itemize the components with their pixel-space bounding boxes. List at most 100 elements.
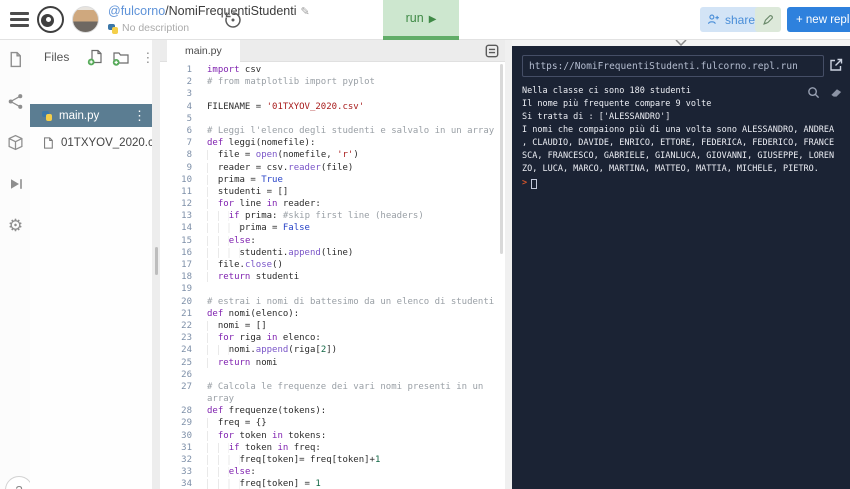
username-link[interactable]: @fulcorno — [108, 4, 165, 18]
prompt-chevron: > — [522, 178, 528, 188]
text-cursor — [531, 178, 538, 189]
code-row: array — [160, 393, 505, 405]
sidebar-item-files[interactable] — [6, 50, 25, 69]
code-row: 9 reader = csv.reader(file) — [160, 162, 505, 174]
code-text: prima = False — [207, 222, 310, 234]
code-row: 22 nomi = [] — [160, 320, 505, 332]
new-file-button[interactable] — [87, 49, 104, 66]
console-line: ZO, LUCA, MARCO, MARTINA, MATTEO, MATTIA… — [522, 164, 819, 174]
editor-tab-bar: main.py — [160, 40, 505, 62]
code-text: for token in tokens: — [207, 430, 326, 442]
code-rows[interactable]: 1 import csv 2 # from matplotlib import pyp… — [160, 64, 505, 489]
code-text: freq = {} — [207, 417, 267, 429]
code-row: 13 if prima: #skip first line (headers) — [160, 210, 505, 222]
code-text: return nomi — [207, 357, 277, 369]
editor-menu-icon[interactable] — [485, 44, 499, 58]
code-text: file = open(nomefile, 'r') — [207, 149, 359, 161]
avatar[interactable] — [72, 6, 99, 33]
line-number: 11 — [181, 186, 192, 197]
code-row: 33 else: — [160, 466, 505, 478]
code-row: 12 for line in reader: — [160, 198, 505, 210]
file-row-csv[interactable]: 01TXYOV_2020.csv — [30, 131, 152, 154]
add-folder-icon — [113, 51, 129, 66]
play-icon: ▶ — [428, 14, 437, 25]
search-icon[interactable] — [807, 86, 821, 100]
files-panel-title: Files — [44, 50, 70, 64]
line-number: 34 — [181, 479, 192, 489]
new-repl-button[interactable]: + new repl — [787, 7, 850, 32]
files-panel-header: Files ⋮ — [30, 46, 154, 68]
console-line: Il nome più frequente compare 9 volte — [522, 99, 712, 109]
replit-app: @fulcorno/NomiFrequentiStudenti ✎ No desc… — [0, 0, 850, 489]
run-button-label: run — [405, 11, 424, 25]
line-number: 18 — [181, 272, 192, 283]
code-text: FILENAME = '01TXYOV_2020.csv' — [207, 101, 365, 112]
line-number: 19 — [181, 284, 192, 295]
line-number: 31 — [181, 442, 192, 453]
python-file-icon — [42, 110, 52, 121]
code-text: studenti = [] — [207, 186, 288, 198]
rocket-icon — [763, 14, 773, 25]
code-row: 1 import csv — [160, 64, 505, 76]
code-row: 24 nomi.append(riga[2]) — [160, 344, 505, 356]
sidebar-item-packages[interactable] — [6, 133, 25, 152]
package-box-icon — [8, 134, 23, 151]
clear-console-eraser-icon[interactable] — [830, 86, 844, 100]
line-number: 20 — [181, 296, 192, 307]
chevron-down-icon[interactable] — [675, 39, 687, 46]
run-button[interactable]: run ▶ — [383, 0, 459, 40]
code-text: if prima: #skip first line (headers) — [207, 210, 424, 222]
edit-title-icon[interactable]: ✎ — [301, 6, 310, 18]
help-button[interactable]: ? — [5, 476, 33, 489]
line-number: 13 — [181, 211, 192, 222]
new-folder-button[interactable] — [112, 49, 129, 66]
file-name: main.py — [59, 109, 100, 122]
code-row: 25 return nomi — [160, 357, 505, 369]
repl-description-row: No description — [108, 21, 310, 36]
code-row: 17 file.close() — [160, 259, 505, 271]
code-row: 32 freq[token]= freq[token]+1 — [160, 454, 505, 466]
code-text: # Calcola le frequenze dei vari nomi pre… — [207, 381, 484, 392]
sidebar-item-debugger[interactable] — [6, 174, 25, 193]
console-output[interactable]: Nella classe ci sono 180 studenti Il nome… — [522, 85, 846, 190]
tab-main-py[interactable]: main.py — [167, 40, 240, 62]
csv-file-icon — [42, 136, 54, 149]
line-number: 24 — [181, 345, 192, 356]
code-row: 7 def leggi(nomefile): — [160, 137, 505, 149]
editor-scrollbar[interactable] — [500, 64, 503, 254]
open-external-icon[interactable] — [828, 57, 844, 73]
line-number: 23 — [181, 333, 192, 344]
line-number: 22 — [181, 320, 192, 331]
editor-console-divider[interactable] — [505, 40, 512, 489]
line-number: 2 — [186, 77, 192, 88]
rocket-button[interactable] — [755, 7, 781, 32]
code-row: 2 # from matplotlib import pyplot — [160, 76, 505, 88]
output-panel: Nella classe ci sono 180 studenti Il nome… — [512, 39, 850, 489]
code-text: file.close() — [207, 259, 283, 271]
file-menu-icon[interactable]: ⋮ — [133, 109, 146, 122]
debug-play-icon — [10, 178, 22, 189]
sidebar-item-version-control[interactable] — [6, 92, 25, 111]
url-input[interactable] — [522, 55, 824, 77]
history-icon[interactable] — [222, 9, 244, 31]
console-line: I nomi che compaiono più di una volta so… — [522, 125, 835, 135]
line-number: 9 — [186, 162, 192, 173]
hamburger-menu-icon[interactable] — [10, 12, 29, 27]
code-text: array — [207, 394, 235, 405]
file-row-main-py[interactable]: main.py ⋮ — [30, 104, 152, 127]
sidebar-rail: ⚙ ? — [0, 40, 33, 489]
line-number: 32 — [181, 455, 192, 465]
code-text: for line in reader: — [207, 198, 321, 210]
share-nodes-icon — [8, 94, 23, 109]
line-number: 17 — [181, 260, 192, 270]
person-plus-icon — [707, 14, 719, 24]
header: @fulcorno/NomiFrequentiStudenti ✎ No desc… — [0, 0, 850, 40]
panel-divider[interactable] — [152, 40, 160, 489]
code-row: 16 studenti.append(line) — [160, 247, 505, 259]
code-text: def frequenze(tokens): — [207, 406, 327, 417]
code-text: else: — [207, 466, 256, 478]
divider-handle[interactable] — [154, 247, 158, 275]
sidebar-item-settings[interactable]: ⚙ — [6, 216, 25, 235]
code-text: def leggi(nomefile): — [207, 138, 316, 149]
replit-logo-icon — [37, 6, 64, 33]
